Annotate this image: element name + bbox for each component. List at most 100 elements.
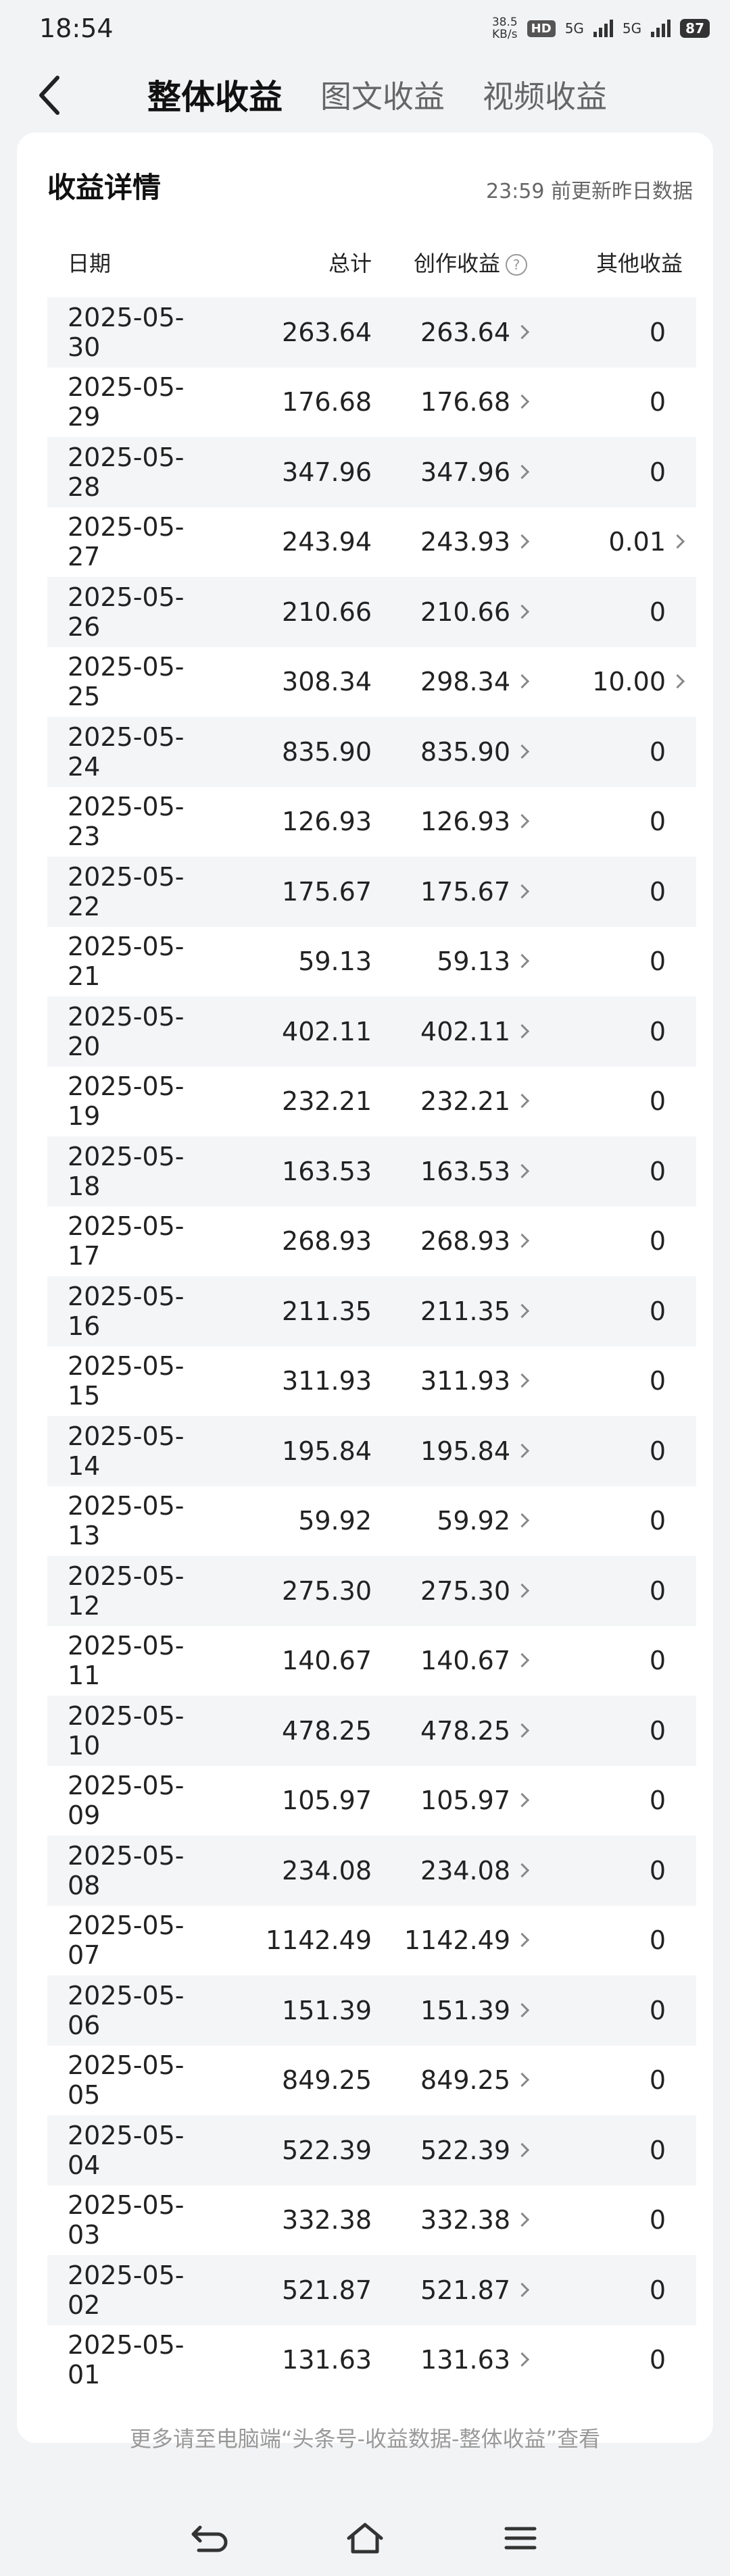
row-other: 0	[541, 1996, 696, 2025]
row-creation[interactable]: 311.93	[372, 1366, 541, 1396]
row-other: 0	[541, 877, 696, 907]
row-other-value: 10.00	[592, 667, 666, 697]
row-creation[interactable]: 402.11	[372, 1017, 541, 1046]
row-creation[interactable]: 163.53	[372, 1157, 541, 1186]
row-other: 0	[541, 2205, 696, 2235]
network-type-a: 5G	[564, 20, 584, 36]
row-total-value: 402.11	[282, 1016, 372, 1046]
row-creation[interactable]: 1142.49	[372, 1925, 541, 1955]
row-total-value: 478.25	[282, 1715, 372, 1746]
table-row: 2025-05-07 1142.49 1142.49 0	[47, 1906, 696, 1976]
tab-overall-earnings[interactable]: 整体收益	[147, 70, 283, 119]
row-total: 402.11	[216, 1017, 372, 1046]
row-date: 2025-05-22	[47, 862, 216, 921]
row-date: 2025-05-13	[47, 1491, 216, 1550]
row-date-value: 2025-05-10	[68, 1700, 185, 1761]
question-circle-icon[interactable]: ?	[506, 254, 527, 276]
row-creation[interactable]: 195.84	[372, 1436, 541, 1466]
tab-video-earnings[interactable]: 视频收益	[483, 72, 607, 117]
table-row: 2025-05-30 263.64 263.64 0	[47, 297, 696, 368]
row-date-value: 2025-05-14	[68, 1421, 185, 1481]
row-total: 59.13	[216, 946, 372, 976]
row-creation-value: 332.38	[420, 2205, 510, 2236]
row-creation[interactable]: 835.90	[372, 737, 541, 767]
row-creation[interactable]: 232.21	[372, 1086, 541, 1116]
status-icons: 38.5 KB/s HD 5G 5G 87	[492, 16, 710, 41]
row-other: 0	[541, 1646, 696, 1675]
table-row: 2025-05-09 105.97 105.97 0	[47, 1766, 696, 1836]
row-creation[interactable]: 478.25	[372, 1716, 541, 1746]
row-creation[interactable]: 131.63	[372, 2345, 541, 2375]
chevron-right-icon	[514, 2073, 530, 2088]
row-total-value: 126.93	[282, 807, 372, 837]
row-creation[interactable]: 126.93	[372, 807, 541, 836]
row-creation[interactable]: 332.38	[372, 2205, 541, 2235]
row-creation[interactable]: 59.92	[372, 1506, 541, 1536]
tab-article-earnings[interactable]: 图文收益	[320, 72, 445, 117]
row-creation[interactable]: 347.96	[372, 457, 541, 487]
row-total-value: 140.67	[282, 1646, 372, 1676]
table-row: 2025-05-10 478.25 478.25 0	[47, 1696, 696, 1766]
row-other-value: 0	[649, 1296, 666, 1326]
row-creation-value: 849.25	[420, 2065, 510, 2096]
row-creation[interactable]: 140.67	[372, 1646, 541, 1675]
row-creation[interactable]: 263.64	[372, 318, 541, 347]
row-creation[interactable]: 59.13	[372, 946, 541, 976]
network-speed-unit: KB/s	[492, 28, 518, 41]
table-row: 2025-05-11 140.67 140.67 0	[47, 1626, 696, 1696]
table-row: 2025-05-19 232.21 232.21 0	[47, 1067, 696, 1137]
menu-icon[interactable]	[500, 2518, 541, 2558]
chevron-right-icon	[514, 954, 530, 969]
row-creation[interactable]: 176.68	[372, 387, 541, 417]
row-total-value: 332.38	[282, 2205, 372, 2236]
row-date-value: 2025-05-17	[68, 1211, 185, 1271]
hd-badge: HD	[527, 20, 556, 37]
row-total-value: 243.94	[282, 527, 372, 557]
row-creation[interactable]: 275.30	[372, 1576, 541, 1606]
row-creation[interactable]: 105.97	[372, 1786, 541, 1815]
row-creation[interactable]: 210.66	[372, 597, 541, 627]
row-creation-value: 347.96	[420, 457, 510, 487]
row-creation[interactable]: 522.39	[372, 2136, 541, 2165]
row-other[interactable]: 0.01	[541, 527, 696, 557]
row-total: 263.64	[216, 318, 372, 347]
home-icon[interactable]	[345, 2518, 385, 2558]
network-speed: 38.5 KB/s	[492, 16, 518, 41]
row-date-value: 2025-05-30	[68, 302, 185, 362]
row-total: 268.93	[216, 1226, 372, 1256]
row-creation[interactable]: 151.39	[372, 1996, 541, 2025]
status-time: 18:54	[39, 14, 114, 43]
row-total: 211.35	[216, 1296, 372, 1326]
row-creation[interactable]: 211.35	[372, 1296, 541, 1326]
row-total-value: 59.92	[298, 1506, 372, 1536]
row-other-value: 0	[649, 597, 666, 627]
row-creation[interactable]: 521.87	[372, 2275, 541, 2305]
row-total: 332.38	[216, 2205, 372, 2235]
row-total-value: 308.34	[282, 667, 372, 697]
row-creation[interactable]: 243.93	[372, 527, 541, 557]
row-other-value: 0	[649, 1436, 666, 1466]
row-date-value: 2025-05-05	[68, 2050, 185, 2111]
return-icon[interactable]	[189, 2518, 230, 2558]
row-creation[interactable]: 849.25	[372, 2065, 541, 2095]
row-other: 0	[541, 1436, 696, 1466]
row-total: 835.90	[216, 737, 372, 767]
row-date: 2025-05-02	[47, 2261, 216, 2320]
row-other: 0	[541, 1296, 696, 1326]
row-other: 0	[541, 2065, 696, 2095]
row-creation[interactable]: 298.34	[372, 667, 541, 697]
row-total-value: 131.63	[282, 2345, 372, 2375]
row-creation[interactable]: 268.93	[372, 1226, 541, 1256]
row-creation[interactable]: 175.67	[372, 877, 541, 907]
chevron-right-icon	[514, 1163, 530, 1178]
row-date: 2025-05-04	[47, 2121, 216, 2180]
row-other[interactable]: 10.00	[541, 667, 696, 697]
back-button[interactable]	[26, 72, 73, 119]
row-date-value: 2025-05-08	[68, 1840, 185, 1900]
chevron-right-icon	[514, 324, 530, 339]
row-creation[interactable]: 234.08	[372, 1856, 541, 1886]
row-total-value: 275.30	[282, 1575, 372, 1606]
table-row: 2025-05-05 849.25 849.25 0	[47, 2046, 696, 2116]
row-creation-value: 175.67	[420, 876, 510, 907]
table-row: 2025-05-28 347.96 347.96 0	[47, 437, 696, 507]
